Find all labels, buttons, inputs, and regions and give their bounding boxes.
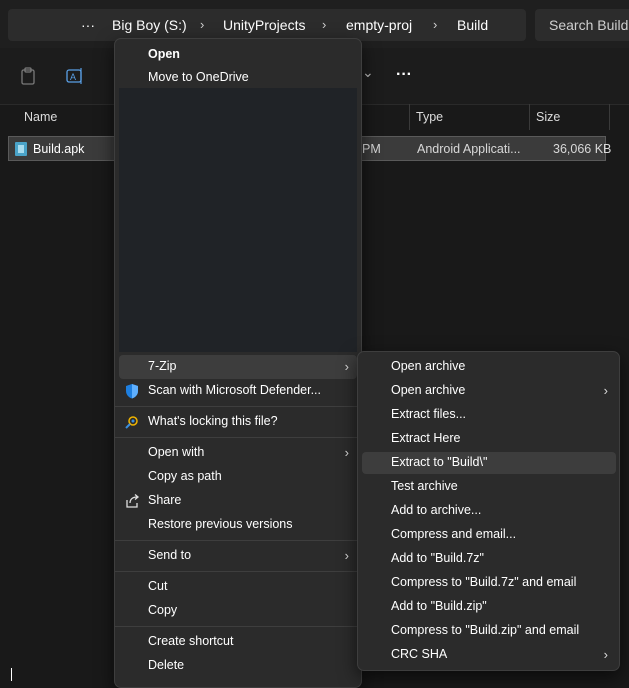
context-menu: Open Move to OneDrive 7-Zip › Scan with … (114, 38, 362, 688)
menu-item-move-to-onedrive[interactable]: Move to OneDrive (119, 66, 357, 90)
lock-hunter-icon (125, 416, 138, 429)
submenu-item-extract-files[interactable]: Extract files... (362, 404, 616, 426)
svg-text:A: A (70, 72, 76, 82)
submenu-item-label: Extract to "Build\" (391, 455, 488, 469)
chevron-right-icon: › (433, 17, 438, 32)
submenu-item-test-archive[interactable]: Test archive (362, 476, 616, 498)
breadcrumb-more[interactable]: ··· (81, 17, 95, 33)
menu-item-copy[interactable]: Copy (119, 599, 357, 623)
submenu-item-label: Add to "Build.zip" (391, 599, 487, 613)
menu-item-label: Move to OneDrive (148, 70, 249, 84)
rename-icon[interactable]: A (66, 67, 84, 85)
defender-shield-icon (126, 384, 138, 399)
breadcrumb-item-empty-proj[interactable]: empty-proj (346, 17, 412, 33)
menu-item-label: Scan with Microsoft Defender... (148, 383, 321, 397)
menu-item-restore-previous[interactable]: Restore previous versions (119, 513, 357, 537)
submenu-item-open-archive[interactable]: Open archive (362, 356, 616, 378)
menu-item-label: Send to (148, 548, 192, 562)
menu-item-open-with[interactable]: Open with › (119, 441, 357, 465)
menu-item-label: Share (148, 493, 182, 507)
column-header-size[interactable]: Size (536, 110, 560, 124)
submenu-item-label: Add to "Build.7z" (391, 551, 484, 565)
chevron-right-icon: › (603, 383, 608, 398)
chevron-right-icon: › (603, 647, 608, 662)
menu-item-cut[interactable]: Cut (119, 575, 357, 599)
submenu-item-label: Compress and email... (391, 527, 517, 541)
submenu-item-add-to-zip[interactable]: Add to "Build.zip" (362, 596, 616, 618)
file-date: PM (362, 142, 381, 156)
chevron-down-icon[interactable]: ⌄ (362, 64, 374, 81)
chevron-right-icon: › (344, 445, 349, 460)
menu-item-label: What's locking this file? (148, 414, 278, 428)
search-placeholder: Search Build (549, 17, 629, 33)
menu-item-label: Restore previous versions (148, 517, 293, 531)
submenu-item-crc-sha[interactable]: CRC SHA › (362, 644, 616, 666)
chevron-right-icon: › (344, 548, 349, 563)
submenu-item-label: Extract files... (391, 407, 467, 421)
menu-item-label: Delete (148, 658, 185, 672)
menu-item-label: Create shortcut (148, 634, 234, 648)
menu-separator (115, 626, 361, 627)
column-divider[interactable] (409, 104, 410, 130)
submenu-item-extract-to-build[interactable]: Extract to "Build\" (362, 452, 616, 474)
menu-item-7zip[interactable]: 7-Zip › (119, 355, 357, 379)
menu-blank-region (119, 88, 357, 352)
submenu-item-label: Extract Here (391, 431, 461, 445)
submenu-7zip: Open archive Open archive › Extract file… (357, 351, 620, 671)
menu-item-open[interactable]: Open (119, 43, 357, 67)
submenu-item-label: Open archive (391, 383, 466, 397)
paste-icon[interactable] (19, 67, 37, 85)
share-icon (126, 494, 140, 508)
file-size: 36,066 KB (553, 142, 612, 156)
submenu-item-extract-here[interactable]: Extract Here (362, 428, 616, 450)
submenu-item-add-to-archive[interactable]: Add to archive... (362, 500, 616, 522)
menu-item-label: Open (148, 47, 180, 61)
submenu-item-add-to-7z[interactable]: Add to "Build.7z" (362, 548, 616, 570)
menu-item-label: Open with (148, 445, 205, 459)
menu-item-label: Copy as path (148, 469, 222, 483)
menu-item-scan-defender[interactable]: Scan with Microsoft Defender... (119, 379, 357, 403)
file-name: Build.apk (33, 142, 85, 156)
submenu-item-compress-zip-email[interactable]: Compress to "Build.zip" and email (362, 620, 616, 642)
submenu-item-label: Test archive (391, 479, 458, 493)
submenu-item-label: Compress to "Build.7z" and email (391, 575, 577, 589)
text-cursor (11, 668, 12, 681)
menu-separator (115, 437, 361, 438)
chevron-right-icon: › (322, 17, 327, 32)
breadcrumb-item-unityprojects[interactable]: UnityProjects (223, 17, 305, 33)
menu-separator (115, 540, 361, 541)
file-type: Android Applicati... (417, 142, 521, 156)
menu-separator (115, 571, 361, 572)
column-header-type[interactable]: Type (416, 110, 443, 124)
submenu-item-label: CRC SHA (391, 647, 448, 661)
submenu-item-compress-7z-email[interactable]: Compress to "Build.7z" and email (362, 572, 616, 594)
search-input[interactable]: Search Build (535, 9, 629, 41)
breadcrumb-item-drive[interactable]: Big Boy (S:) (112, 17, 187, 33)
menu-item-delete[interactable]: Delete (119, 654, 357, 678)
submenu-item-label: Open archive (391, 359, 466, 373)
more-options-button[interactable]: ··· (396, 66, 412, 84)
menu-separator (115, 406, 361, 407)
submenu-item-label: Add to archive... (391, 503, 482, 517)
chevron-right-icon: › (344, 359, 349, 374)
submenu-item-compress-and-email[interactable]: Compress and email... (362, 524, 616, 546)
breadcrumb[interactable]: ··· › Big Boy (S:) › UnityProjects › emp… (8, 9, 526, 41)
menu-item-whats-locking[interactable]: What's locking this file? (119, 410, 357, 434)
submenu-item-label: Compress to "Build.zip" and email (391, 623, 580, 637)
column-divider[interactable] (609, 104, 610, 130)
column-header-name[interactable]: Name (24, 110, 57, 124)
column-divider[interactable] (529, 104, 530, 130)
menu-item-share[interactable]: Share (119, 489, 357, 513)
menu-item-send-to[interactable]: Send to › (119, 544, 357, 568)
menu-item-label: 7-Zip (148, 359, 177, 373)
menu-item-copy-as-path[interactable]: Copy as path (119, 465, 357, 489)
breadcrumb-item-build[interactable]: Build (457, 17, 488, 33)
menu-item-label: Copy (148, 603, 178, 617)
menu-item-label: Cut (148, 579, 168, 593)
menu-item-create-shortcut[interactable]: Create shortcut (119, 630, 357, 654)
submenu-item-open-archive-more[interactable]: Open archive › (362, 380, 616, 402)
apk-file-icon (15, 142, 27, 156)
chevron-right-icon: › (200, 17, 205, 32)
